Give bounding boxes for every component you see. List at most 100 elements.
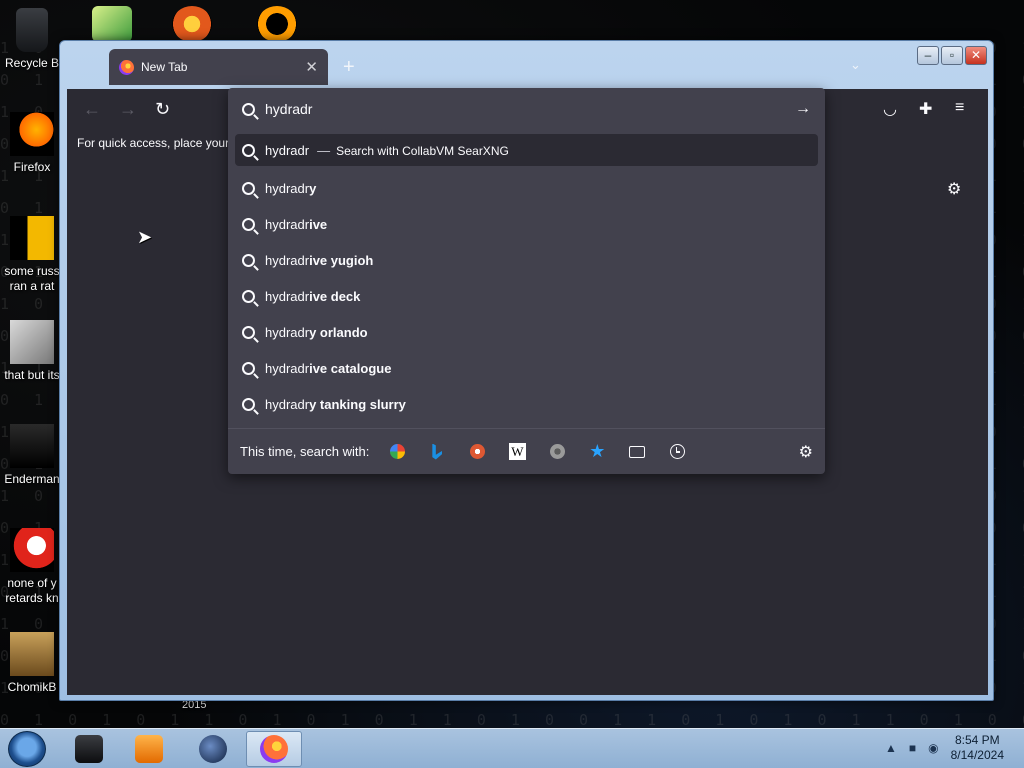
back-button[interactable]: ← <box>83 99 101 120</box>
search-icon <box>242 289 255 303</box>
clock[interactable]: 8:54 PM 8/14/2024 <box>951 733 1004 763</box>
media-player-icon <box>135 735 163 763</box>
separator: — <box>317 142 331 158</box>
suggestion-text: hydradr — Search with CollabVM SearXNG <box>265 143 509 158</box>
suggestion-typed: hydradr <box>265 180 310 196</box>
searxng-icon[interactable] <box>545 440 569 464</box>
close-icon[interactable]: ✕ <box>305 58 318 76</box>
mouse-cursor-icon: ➤ <box>137 227 153 247</box>
folder-stack-icon <box>10 320 54 364</box>
tabs-icon[interactable] <box>625 440 649 464</box>
bing-icon[interactable] <box>425 440 449 464</box>
desktop-icon-label: Recycle B <box>4 56 60 70</box>
desktop-icon-chomikb[interactable]: ChomikB <box>0 632 64 695</box>
show-hidden-icons-icon[interactable]: ▲ <box>885 741 897 755</box>
window-controls: – ▫ ✕ <box>917 46 987 65</box>
minimize-button[interactable]: – <box>917 46 939 65</box>
bookmarks-icon[interactable]: ★ <box>585 440 609 464</box>
desktop-icon-firefox[interactable]: Firefox <box>0 112 64 175</box>
taskbar-app[interactable] <box>61 731 117 767</box>
desktop-top-icons <box>92 6 302 42</box>
search-icon <box>242 361 255 375</box>
firefox-icon <box>119 59 134 75</box>
search-icon <box>242 181 255 195</box>
desktop-icon-enderman[interactable]: Enderman <box>0 424 64 487</box>
system-tray: ▲ ■ ◉ 8:54 PM 8/14/2024 <box>885 733 1004 763</box>
taskbar-app[interactable] <box>185 731 241 767</box>
desktop-app-icon[interactable] <box>257 6 297 42</box>
suggestion-row[interactable]: hydradry <box>235 170 818 206</box>
suggestion-completion: ive yugioh <box>309 252 374 268</box>
app-icon <box>10 632 54 676</box>
suggestion-row[interactable]: hydradry tanking slurry <box>235 386 818 422</box>
desktop-icon-recycle-bin[interactable]: Recycle B <box>0 8 64 71</box>
window-close-button[interactable]: ✕ <box>965 46 987 65</box>
network-icon[interactable]: ■ <box>909 741 916 755</box>
pocket-icon[interactable]: ◡ <box>883 99 897 119</box>
suggestion-text: hydradrive catalogue <box>265 361 391 376</box>
clock-date: 8/14/2024 <box>950 748 1004 762</box>
urlbar-dropdown: → hydradr — Search with CollabVM SearXNG h… <box>228 88 825 474</box>
suggestion-row[interactable]: hydradrive deck <box>235 278 818 314</box>
extensions-icon[interactable]: ✚ <box>919 99 932 119</box>
recycle-bin-icon <box>16 8 48 52</box>
suggestion-completion: y tanking slurry <box>309 396 406 412</box>
reload-button[interactable]: ↻ <box>155 99 170 120</box>
suggestion-row[interactable]: hydradrive yugioh <box>235 242 818 278</box>
search-settings-gear-icon[interactable]: ⚙ <box>799 442 813 462</box>
tab-new-tab[interactable]: New Tab ✕ <box>109 49 328 85</box>
wikipedia-icon[interactable]: W <box>505 440 529 464</box>
go-arrow-icon[interactable]: → <box>795 100 811 118</box>
suggestion-completion: ive <box>309 216 328 232</box>
app-icon <box>75 735 103 763</box>
taskbar: ▲ ■ ◉ 8:54 PM 8/14/2024 <box>0 728 1024 768</box>
suggestion-row[interactable]: hydradrive catalogue <box>235 350 818 386</box>
list-all-tabs-button[interactable]: ⌄ <box>850 57 861 73</box>
suggestion-row[interactable]: hydradrive <box>235 206 818 242</box>
file-icon <box>10 424 54 468</box>
search-icon <box>242 397 255 411</box>
volume-icon[interactable]: ◉ <box>928 741 938 755</box>
desktop-icon-label: Firefox <box>13 160 51 174</box>
menu-icon[interactable]: ≡ <box>955 99 964 117</box>
suggestion-text: hydradrive yugioh <box>265 253 373 268</box>
suggestion-list: hydradr — Search with CollabVM SearXNG hyd… <box>228 130 825 422</box>
firefox-icon <box>10 112 54 156</box>
suggestion-typed: hydradr <box>265 252 310 268</box>
history-icon[interactable] <box>665 440 689 464</box>
desktop-icon-that-but-its[interactable]: that but its <box>0 320 64 383</box>
clock-time: 8:54 PM <box>954 733 1000 747</box>
google-icon[interactable] <box>385 440 409 464</box>
suggestion-text: hydradrive <box>265 217 327 232</box>
suggestion-typed: hydradr <box>265 360 310 376</box>
search-icon <box>242 325 255 339</box>
desktop-icon-label: none of y retards kn <box>5 576 59 605</box>
desktop-icon-rat[interactable]: some russ ran a rat <box>0 216 64 294</box>
firefox-icon <box>260 735 288 763</box>
suggestion-completion: y orlando <box>309 324 368 340</box>
one-off-label: This time, search with: <box>240 444 370 459</box>
new-tab-button[interactable]: + <box>343 56 355 79</box>
app-icon <box>10 528 54 572</box>
suggestion-typed: hydradr <box>265 396 310 412</box>
tab-strip: New Tab ✕ + ⌄ – ▫ ✕ <box>60 41 993 89</box>
start-button[interactable] <box>8 731 46 767</box>
desktop-icon-label: some russ ran a rat <box>4 264 60 293</box>
duckduckgo-icon[interactable] <box>465 440 489 464</box>
maximize-button[interactable]: ▫ <box>941 46 963 65</box>
desktop-icon-none-of-y[interactable]: none of y retards kn <box>0 528 64 606</box>
suggestion-typed: hydradr <box>265 324 310 340</box>
url-input[interactable] <box>265 101 795 117</box>
search-icon <box>242 253 255 267</box>
suggestion-text: hydradry <box>265 181 316 196</box>
suggestion-row[interactable]: hydradry orlando <box>235 314 818 350</box>
desktop-app-icon[interactable] <box>172 6 212 42</box>
customize-gear-icon[interactable]: ⚙ <box>947 179 961 199</box>
forward-button[interactable]: → <box>119 99 137 120</box>
suggestion-row[interactable]: hydradr — Search with CollabVM SearXNG <box>235 134 818 166</box>
taskbar-app-firefox[interactable] <box>246 731 302 767</box>
desktop-icon-label: ChomikB <box>7 680 57 694</box>
suggestion-text: hydradrive deck <box>265 289 360 304</box>
taskbar-app[interactable] <box>121 731 177 767</box>
desktop-app-icon[interactable] <box>92 6 132 42</box>
